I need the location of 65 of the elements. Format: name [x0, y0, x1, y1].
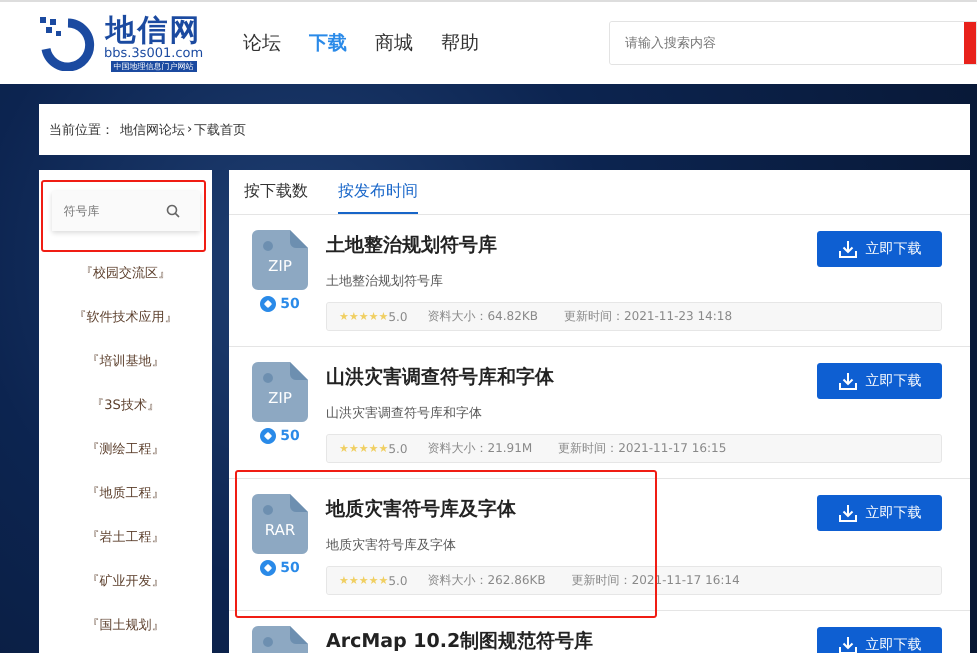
rating-stars: ★★★★★ — [339, 442, 388, 454]
file-icon — [252, 362, 308, 422]
resource-title[interactable]: 地质灾害符号库及字体 — [326, 496, 516, 522]
logo-icon — [38, 15, 96, 71]
coin-icon — [260, 428, 276, 444]
resource-description: 山洪灾害调查符号库和字体 — [326, 405, 482, 422]
nav-link[interactable]: 商城 — [375, 30, 414, 56]
category-link[interactable]: 『培训基地』 — [86, 340, 164, 384]
resource-description: 土地整治规划符号库 — [326, 273, 443, 290]
download-icon — [838, 239, 858, 259]
category-link[interactable]: 『国土规划』 — [86, 604, 164, 648]
file-size: 资料大小：64.82KB — [427, 308, 538, 325]
update-time: 更新时间：2021-11-17 16:15 — [558, 440, 726, 457]
resource-description: 地质灾害符号库及字体 — [326, 537, 456, 554]
download-button[interactable]: 立即下载 — [817, 231, 942, 267]
download-icon — [838, 371, 858, 391]
resource-title[interactable]: 山洪灾害调查符号库和字体 — [326, 364, 554, 390]
category-link[interactable]: 『矿业开发』 — [86, 560, 164, 604]
file-icon — [252, 230, 308, 290]
file-type: ZIP — [267, 257, 293, 275]
points-value: 50 — [280, 296, 300, 312]
logo-url: bbs.3s001.com — [104, 46, 204, 60]
resource-title[interactable]: 土地整治规划符号库 — [326, 232, 497, 258]
category-link[interactable]: 『软件技术应用』 — [74, 296, 178, 340]
nav-link[interactable]: 下载 — [309, 30, 348, 56]
search-bar[interactable]: 符号库 — [52, 191, 200, 231]
file-icon — [252, 494, 308, 554]
search-field[interactable]: 符号库 — [52, 203, 166, 219]
points-value: 50 — [280, 428, 300, 444]
rating-value: 5.0 — [388, 310, 408, 324]
points-value: 50 — [280, 560, 300, 576]
update-time: 更新时间：2021-11-23 14:18 — [564, 308, 732, 325]
breadcrumb-link[interactable]: 下载首页 — [194, 120, 246, 138]
category-link[interactable]: 『地质工程』 — [86, 472, 164, 516]
nav-link[interactable]: 论坛 — [243, 30, 282, 56]
download-button[interactable]: 立即下载 — [817, 495, 942, 531]
download-button[interactable]: 立即下载 — [817, 627, 942, 653]
file-size: 资料大小：21.91M — [427, 440, 532, 457]
rating-value: 5.0 — [388, 442, 408, 456]
sort-tab[interactable]: 按发布时间 — [338, 170, 418, 214]
search-button[interactable] — [964, 22, 976, 64]
rating-stars: ★★★★★ — [339, 574, 388, 586]
coin-icon — [260, 296, 276, 312]
category-link[interactable]: 『3S技术』 — [91, 384, 160, 428]
rating-stars: ★★★★★ — [339, 310, 388, 322]
file-type: RAR — [264, 521, 296, 539]
search-icon — [166, 204, 180, 218]
sort-tab[interactable]: 按下载数 — [244, 170, 308, 214]
resource-title[interactable]: ArcMap 10.2制图规范符号库 — [326, 628, 594, 653]
download-icon — [838, 635, 858, 653]
file-type: ZIP — [267, 389, 293, 407]
category-link[interactable]: 『校园交流区』 — [80, 252, 171, 296]
breadcrumb-label: 当前位置： — [49, 122, 114, 138]
category-link[interactable]: 『测绘工程』 — [86, 428, 164, 472]
download-button[interactable]: 立即下载 — [817, 363, 942, 399]
nav-link[interactable]: 帮助 — [441, 30, 480, 56]
coin-icon — [260, 560, 276, 576]
logo-tagline: 中国地理信息门户网站 — [110, 60, 197, 72]
category-link[interactable]: 『岩土工程』 — [86, 516, 164, 560]
file-size: 资料大小：262.86KB — [427, 572, 546, 589]
logo-title: 地信网 — [106, 14, 202, 46]
rating-value: 5.0 — [388, 574, 408, 588]
breadcrumb-separator: › — [187, 122, 192, 137]
breadcrumb-link[interactable]: 地信网论坛 — [120, 120, 185, 138]
download-icon — [838, 503, 858, 523]
